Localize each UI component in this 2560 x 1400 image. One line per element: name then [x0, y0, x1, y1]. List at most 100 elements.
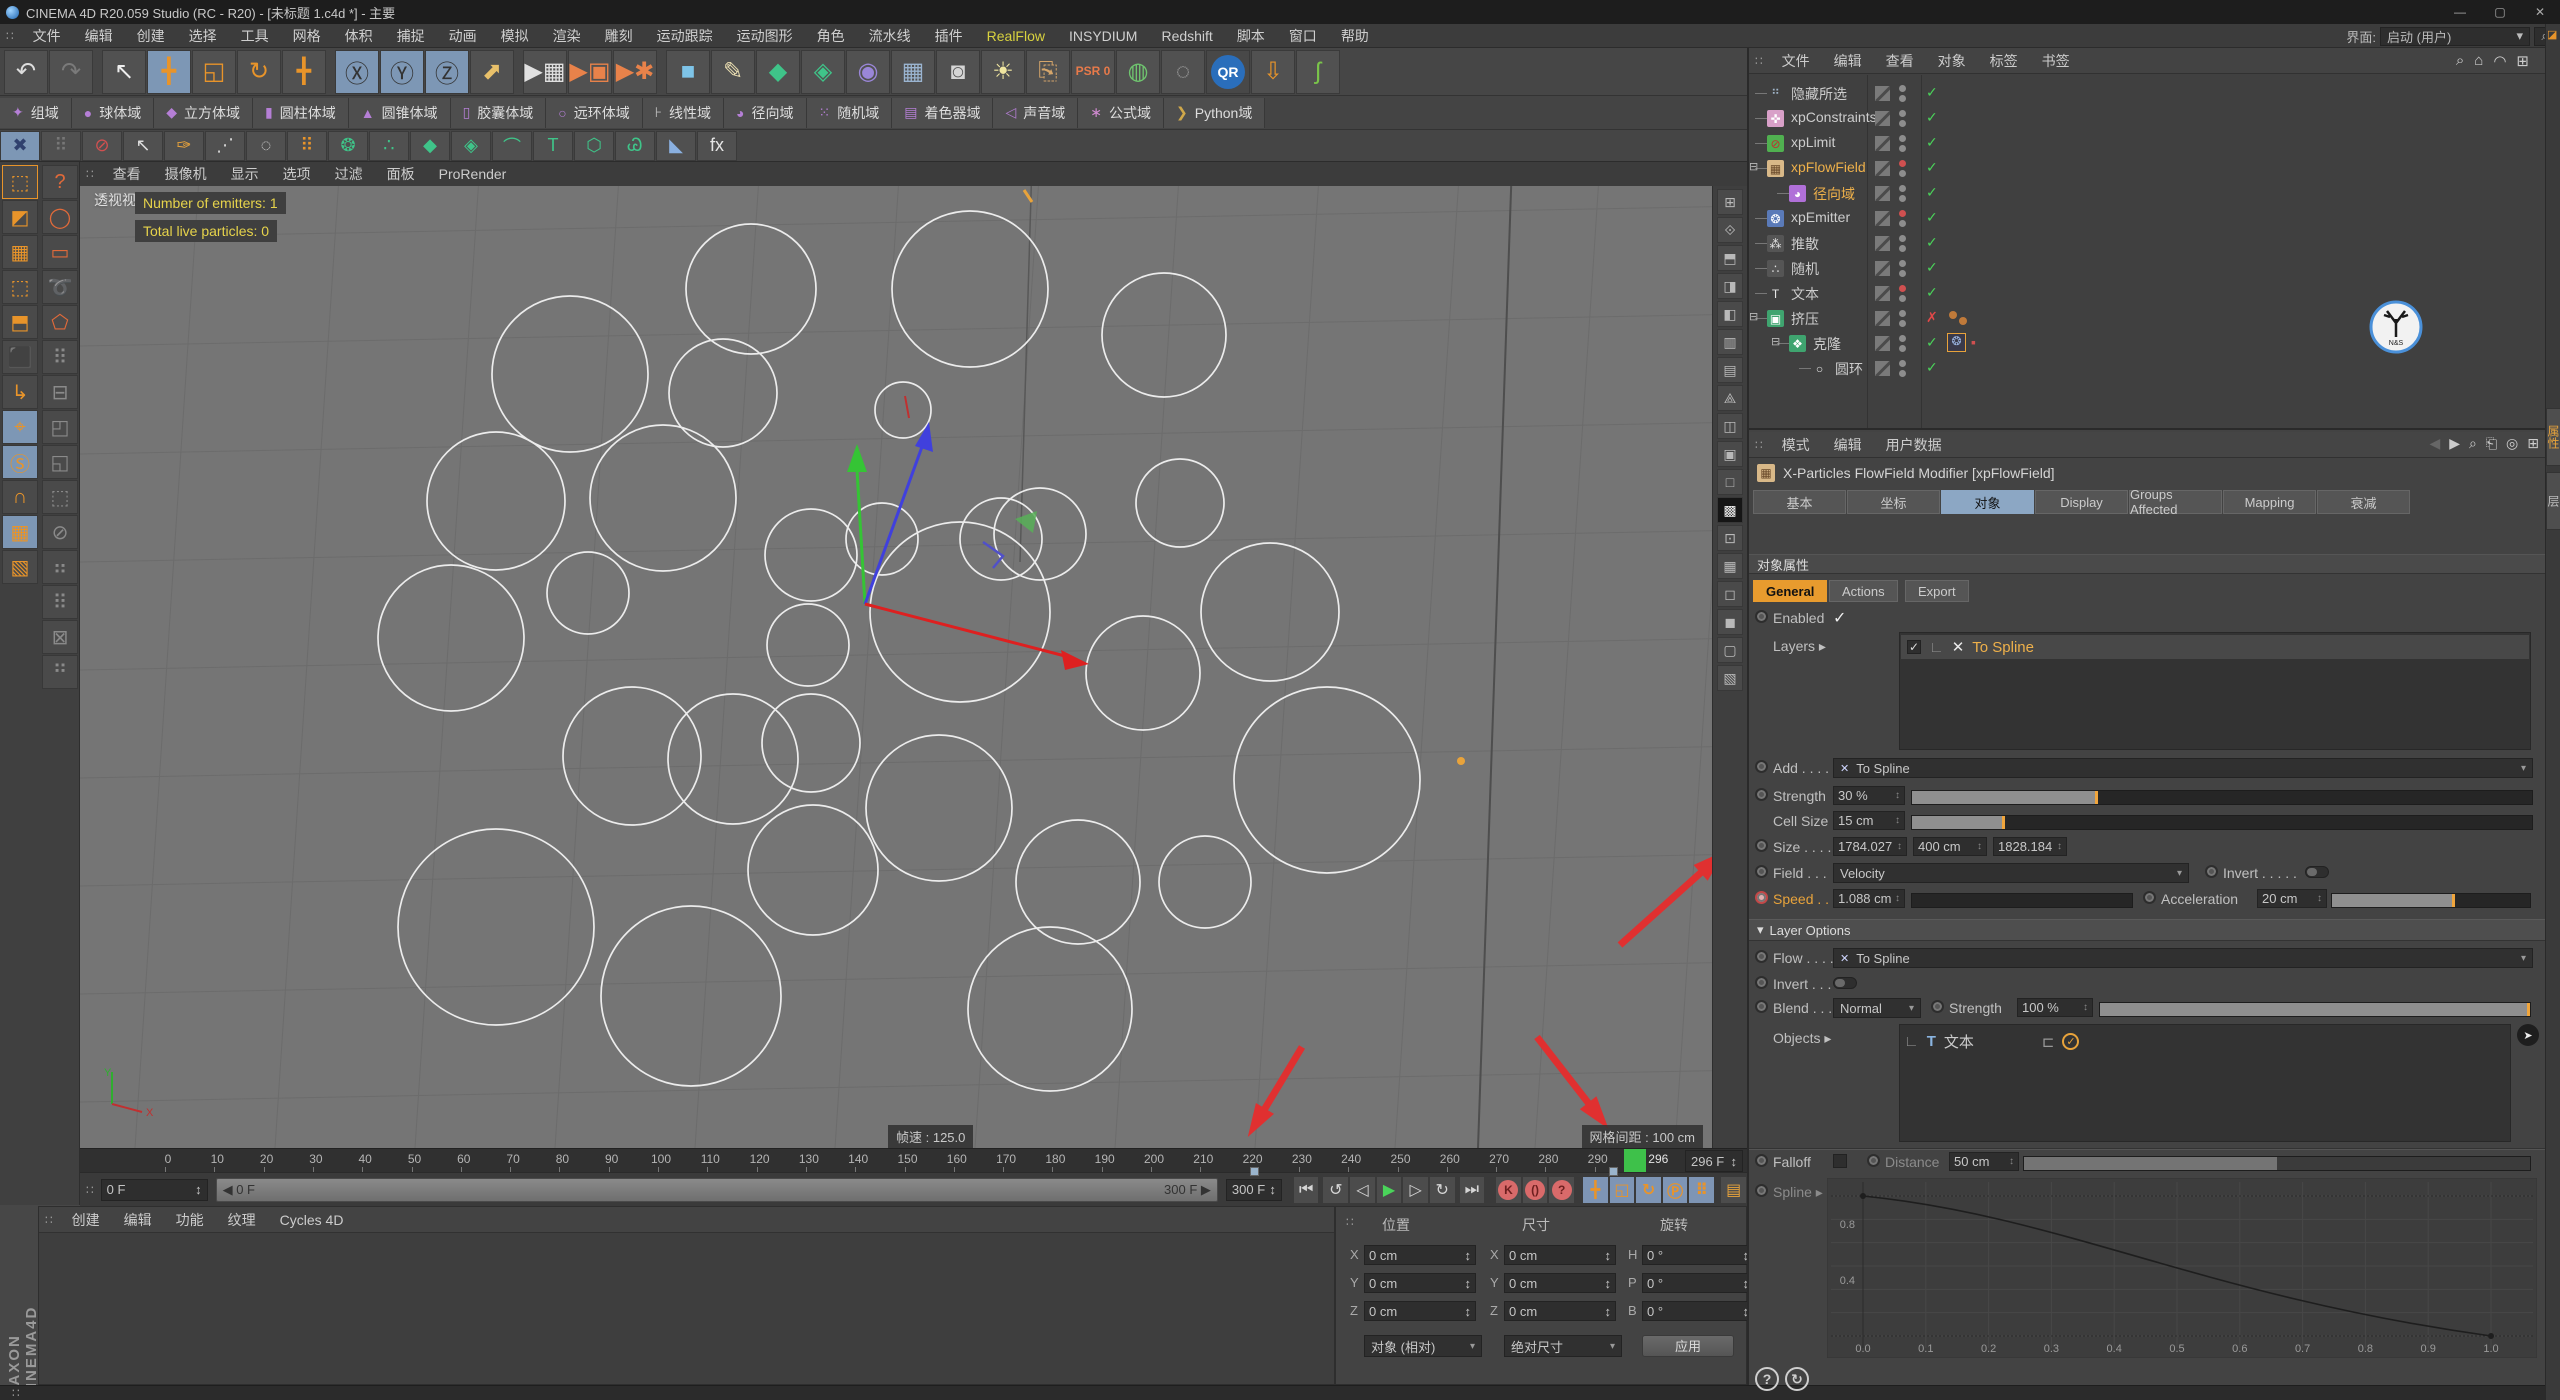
- render-dot[interactable]: [1899, 195, 1906, 202]
- undo-icon[interactable]: ↶: [4, 49, 48, 94]
- history-back-icon[interactable]: ◀: [2429, 435, 2440, 452]
- timeline-window-button[interactable]: ▤: [1720, 1175, 1747, 1204]
- keyframe-dot[interactable]: [1931, 1000, 1944, 1013]
- menu-捕捉[interactable]: 捕捉: [385, 24, 437, 48]
- coords-pos-field-Z[interactable]: 0 cm ↕: [1364, 1301, 1476, 1321]
- layer-square[interactable]: [1875, 211, 1890, 226]
- size-field-1[interactable]: 400 cm ↕: [1913, 837, 1987, 856]
- layer-square[interactable]: [1875, 136, 1890, 151]
- xp-fx-icon[interactable]: fx: [697, 130, 737, 161]
- material-menu-功能[interactable]: 功能: [164, 1210, 216, 1230]
- xp-shard-icon[interactable]: ◣: [656, 130, 696, 161]
- editor-dot[interactable]: [1899, 360, 1906, 367]
- viewport-strip-icon-4[interactable]: ◧: [1717, 301, 1743, 327]
- minimize-button[interactable]: —: [2440, 0, 2480, 24]
- xp-gem1-icon[interactable]: ◆: [410, 130, 450, 161]
- editor-dot[interactable]: [1899, 185, 1906, 192]
- last-tool-icon[interactable]: ╋: [282, 49, 326, 94]
- enable-check[interactable]: ✓: [1926, 159, 1938, 176]
- layer-square[interactable]: [1875, 336, 1890, 351]
- tab-基本[interactable]: 基本: [1753, 490, 1846, 514]
- coords-size-field-Z[interactable]: 0 cm ↕: [1504, 1301, 1616, 1321]
- editor-dot[interactable]: [1899, 285, 1906, 292]
- strength2-field[interactable]: 100 % ↕: [2017, 998, 2093, 1017]
- editor-dot[interactable]: [1899, 85, 1906, 92]
- coords-rot-field-H[interactable]: 0 ° ↕: [1642, 1245, 1754, 1265]
- om-menu-标签[interactable]: 标签: [1978, 51, 2030, 71]
- redo-icon[interactable]: ↷: [49, 49, 93, 94]
- coords-size-field-Y[interactable]: 0 cm ↕: [1504, 1273, 1616, 1293]
- xp-dots3-icon[interactable]: ⠿: [287, 130, 327, 161]
- axis-mode-icon[interactable]: ↳: [2, 375, 38, 409]
- coords-pos-field-Y[interactable]: 0 cm ↕: [1364, 1273, 1476, 1293]
- lock-x-icon[interactable]: Ⓧ: [335, 49, 379, 94]
- accel-slider[interactable]: [2331, 893, 2531, 908]
- menu-脚本[interactable]: 脚本: [1225, 24, 1277, 48]
- om-eye-icon[interactable]: ◠: [2493, 52, 2506, 70]
- polygon-selection-icon[interactable]: ⬠: [42, 305, 78, 339]
- viewport-strip-icon-5[interactable]: ▥: [1717, 329, 1743, 355]
- timeline-ruler[interactable]: 0 10 20 30 40 50 60 70 80 90 100 110 120 130 140 150 160…: [80, 1148, 1747, 1176]
- apply-button[interactable]: 应用: [1642, 1335, 1734, 1357]
- vertical-tab-属性[interactable]: 属性: [2546, 408, 2560, 466]
- viewport-strip-icon-0[interactable]: ⊞: [1717, 189, 1743, 215]
- am-search-icon[interactable]: ⌕: [2469, 435, 2477, 452]
- viewport-strip-icon-10[interactable]: □: [1717, 469, 1743, 495]
- om-item-克隆[interactable]: ⊟ ❖ 克隆 ✓ ❂ ▪: [1749, 332, 2547, 356]
- render-dot[interactable]: [1899, 95, 1906, 102]
- download-icon[interactable]: ⇩: [1251, 49, 1295, 94]
- help-tool-icon[interactable]: ?: [42, 165, 78, 199]
- menu-窗口[interactable]: 窗口: [1277, 24, 1329, 48]
- keyframe-dot[interactable]: [1755, 760, 1768, 773]
- edges-mode-icon[interactable]: ⬒: [2, 305, 38, 339]
- coords-mode2-select[interactable]: 绝对尺寸 ▾: [1504, 1335, 1622, 1357]
- workplane-lock-icon[interactable]: ▦: [2, 515, 38, 549]
- field-胶囊体域[interactable]: ▯ 胶囊体域: [450, 97, 547, 128]
- field-立方体域[interactable]: ◆ 立方体域: [154, 97, 253, 128]
- render-view-icon[interactable]: ▶▦: [523, 49, 567, 94]
- menu-创建[interactable]: 创建: [125, 24, 177, 48]
- layer-square[interactable]: [1875, 236, 1890, 251]
- field-径向域[interactable]: ◕ 径向域: [724, 97, 807, 128]
- viewport-strip-icon-8[interactable]: ◫: [1717, 413, 1743, 439]
- am-target-icon[interactable]: ◎: [2506, 435, 2518, 452]
- live-selection-icon[interactable]: ◯: [42, 200, 78, 234]
- object-picker-button[interactable]: ➤: [2517, 1024, 2539, 1046]
- field-圆锥体域[interactable]: ▲ 圆锥体域: [348, 97, 451, 128]
- menu-RealFlow[interactable]: RealFlow: [975, 24, 1057, 48]
- points-mode-icon[interactable]: ⬚: [2, 270, 38, 304]
- keyframe-selection-button[interactable]: ?: [1548, 1175, 1575, 1204]
- workplane-rotate-icon[interactable]: ▧: [2, 550, 38, 584]
- qr-icon[interactable]: QR: [1206, 49, 1250, 94]
- layer-options-header[interactable]: ▾ Layer Options: [1749, 919, 2547, 941]
- primitive-cube-icon[interactable]: ■: [666, 49, 710, 94]
- help-icon[interactable]: ?: [1755, 1367, 1779, 1391]
- viewport-strip-icon-11[interactable]: ▩: [1717, 497, 1743, 523]
- render-dot[interactable]: [1899, 220, 1906, 227]
- distance-field[interactable]: 50 cm ↕: [1949, 1152, 2019, 1171]
- am-menu-编辑[interactable]: 编辑: [1822, 435, 1874, 455]
- keyframe-dot[interactable]: [1867, 1154, 1880, 1167]
- texture-mode-icon[interactable]: ◩: [2, 200, 38, 234]
- enable-check[interactable]: ✓: [1926, 184, 1938, 201]
- red-tag-icon[interactable]: ▪: [1971, 334, 1976, 350]
- render-dot[interactable]: [1899, 295, 1906, 302]
- menu-选择[interactable]: 选择: [177, 24, 229, 48]
- xp-system-icon[interactable]: ✖: [0, 130, 40, 161]
- enable-check[interactable]: ✓: [1926, 284, 1938, 301]
- field-声音域[interactable]: ◁ 声音域: [993, 97, 1079, 128]
- playhead-frame-field[interactable]: 296 F ↕: [1685, 1150, 1743, 1172]
- edge-top-icon[interactable]: ◪: [2547, 28, 2557, 41]
- tab-Mapping[interactable]: Mapping: [2223, 490, 2316, 514]
- expander-icon[interactable]: ⊟: [1749, 310, 1758, 323]
- editor-dot[interactable]: [1899, 335, 1906, 342]
- sphere-icon[interactable]: ◌: [1161, 49, 1205, 94]
- om-item-xpFlowField[interactable]: ⊟ ▦ xpFlowField ✓: [1749, 157, 2547, 181]
- render-settings-icon[interactable]: ▶✱: [613, 49, 657, 94]
- goto-end-button[interactable]: ⏭: [1458, 1175, 1486, 1204]
- menu-帮助[interactable]: 帮助: [1329, 24, 1381, 48]
- speed-slider[interactable]: [1911, 893, 2133, 908]
- material-menu-创建[interactable]: 创建: [60, 1210, 112, 1230]
- editor-dot[interactable]: [1899, 260, 1906, 267]
- live-select-icon[interactable]: ↖: [102, 49, 146, 94]
